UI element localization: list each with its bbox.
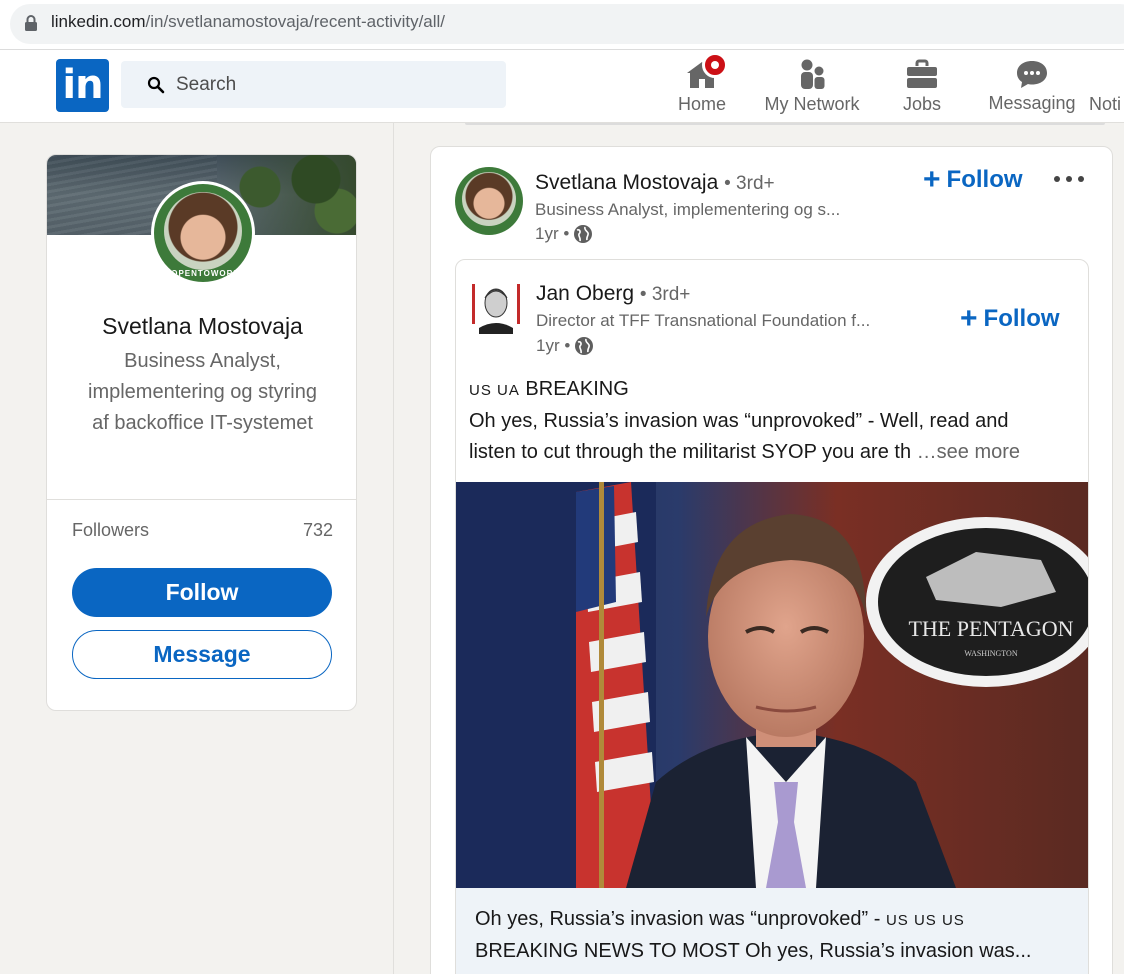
- nav-messaging[interactable]: Messaging: [985, 50, 1079, 123]
- more-options-icon[interactable]: [1051, 169, 1087, 189]
- post-author-avatar[interactable]: [455, 167, 523, 235]
- nav-my-network[interactable]: My Network: [757, 50, 867, 123]
- post-author-name[interactable]: Svetlana Mostovaja: [535, 171, 718, 194]
- reshared-post-meta: 1yr •: [536, 336, 594, 356]
- post-author-line: Svetlana Mostovaja • 3rd+: [535, 171, 775, 195]
- briefcase-icon: [907, 59, 937, 88]
- nav-notifications[interactable]: Noti: [1089, 50, 1124, 123]
- network-icon: [801, 59, 825, 89]
- profile-card: #OPENTOWORK Svetlana Mostovaja Business …: [46, 154, 357, 711]
- open-to-work-label: #OPENTOWORK: [165, 269, 241, 278]
- search-icon: [147, 76, 165, 94]
- reshared-follow-button[interactable]: + Follow: [960, 302, 1060, 336]
- caption-line-1: Oh yes, Russia’s invasion was “unprovoke…: [475, 904, 1071, 936]
- global-nav: in Home My Network Jobs: [0, 50, 1124, 123]
- followers-row: Followers 732: [72, 520, 333, 541]
- post-video-thumbnail[interactable]: THE PENTAGON WASHINGTON: [456, 482, 1089, 888]
- nav-jobs[interactable]: Jobs: [882, 50, 962, 123]
- caption-line-1-text: Oh yes, Russia’s invasion was “unprovoke…: [475, 908, 881, 930]
- plus-icon: +: [923, 163, 941, 196]
- profile-avatar[interactable]: #OPENTOWORK: [151, 181, 255, 285]
- reshared-post-time: 1yr •: [536, 336, 571, 355]
- feed-post: Svetlana Mostovaja • 3rd+ Business Analy…: [430, 146, 1113, 974]
- open-to-work-frame: #OPENTOWORK: [154, 184, 252, 282]
- post-text-line-3-content: listen to cut through the militarist SYO…: [469, 441, 912, 463]
- profile-name[interactable]: Svetlana Mostovaja: [47, 313, 356, 340]
- column-divider: [393, 123, 394, 974]
- nav-my-network-label: My Network: [764, 94, 860, 114]
- profile-headline: Business Analyst, implementering og styr…: [88, 350, 317, 434]
- caption-line-2: BREAKING NEWS TO MOST Oh yes, Russia’s i…: [475, 940, 1032, 962]
- nav-home[interactable]: Home: [662, 50, 742, 123]
- url-domain: linkedin.com: [51, 12, 146, 31]
- nav-home-label: Home: [677, 94, 726, 114]
- nav-messaging-label: Messaging: [988, 93, 1076, 113]
- feed-top-edge: [465, 123, 1105, 125]
- post-author-photo: [462, 172, 516, 226]
- search-input[interactable]: [176, 61, 496, 108]
- notification-badge: [702, 52, 728, 78]
- url-path: /in/svetlanamostovaja/recent-activity/al…: [145, 12, 446, 31]
- reshared-connection-degree: • 3rd+: [639, 284, 691, 305]
- flag-emojis: US UA: [469, 382, 520, 399]
- followers-count: 732: [302, 520, 333, 540]
- caption-flag-emojis: US US US: [885, 912, 965, 929]
- reshared-author-name[interactable]: Jan Oberg: [536, 282, 634, 305]
- globe-icon: [574, 225, 593, 243]
- message-button[interactable]: Message: [72, 630, 332, 679]
- reshared-author-headline: Director at TFF Transnational Foundation…: [536, 311, 871, 330]
- post-text-line-1: US UA BREAKING: [469, 374, 1079, 406]
- profile-photo: [164, 192, 242, 270]
- search-box[interactable]: [121, 61, 506, 108]
- connection-degree: • 3rd+: [724, 173, 775, 194]
- messaging-icon: [1017, 61, 1047, 88]
- reshared-author-line: Jan Oberg • 3rd+: [536, 282, 690, 306]
- seal-subtext: WASHINGTON: [964, 649, 1017, 658]
- post-time: 1yr •: [535, 224, 570, 243]
- follow-button[interactable]: Follow: [72, 568, 332, 617]
- post-text-line-3: listen to cut through the militarist SYO…: [469, 437, 1079, 468]
- plus-icon: +: [960, 302, 978, 335]
- divider: [47, 499, 356, 500]
- browser-address-bar: linkedin.com/in/svetlanamostovaja/recent…: [0, 0, 1124, 50]
- post-text-breaking: BREAKING: [525, 378, 629, 400]
- reshared-post: Jan Oberg • 3rd+ Director at TFF Transna…: [455, 259, 1089, 974]
- reshared-follow-label: Follow: [983, 305, 1060, 332]
- nav-notifications-label: Noti: [1089, 94, 1122, 114]
- linkedin-logo[interactable]: in: [56, 59, 109, 112]
- article-caption[interactable]: Oh yes, Russia’s invasion was “unprovoke…: [456, 888, 1088, 974]
- nav-jobs-label: Jobs: [902, 94, 942, 114]
- see-more-link[interactable]: …see more: [917, 441, 1020, 463]
- seal-text: THE PENTAGON: [908, 616, 1073, 641]
- post-follow-button[interactable]: + Follow: [923, 163, 1023, 197]
- followers-label: Followers: [72, 520, 150, 540]
- url-text[interactable]: linkedin.com/in/svetlanamostovaja/recent…: [51, 12, 445, 32]
- reshared-author-avatar[interactable]: [470, 278, 522, 334]
- lock-icon: [25, 15, 37, 31]
- post-text-line-2: Oh yes, Russia’s invasion was “unprovoke…: [469, 410, 1009, 432]
- post-meta: 1yr •: [535, 224, 593, 244]
- post-text: US UA BREAKING Oh yes, Russia’s invasion…: [469, 374, 1079, 468]
- globe-icon: [575, 337, 594, 355]
- post-follow-label: Follow: [946, 166, 1023, 193]
- post-author-headline: Business Analyst, implementering og s...: [535, 200, 841, 219]
